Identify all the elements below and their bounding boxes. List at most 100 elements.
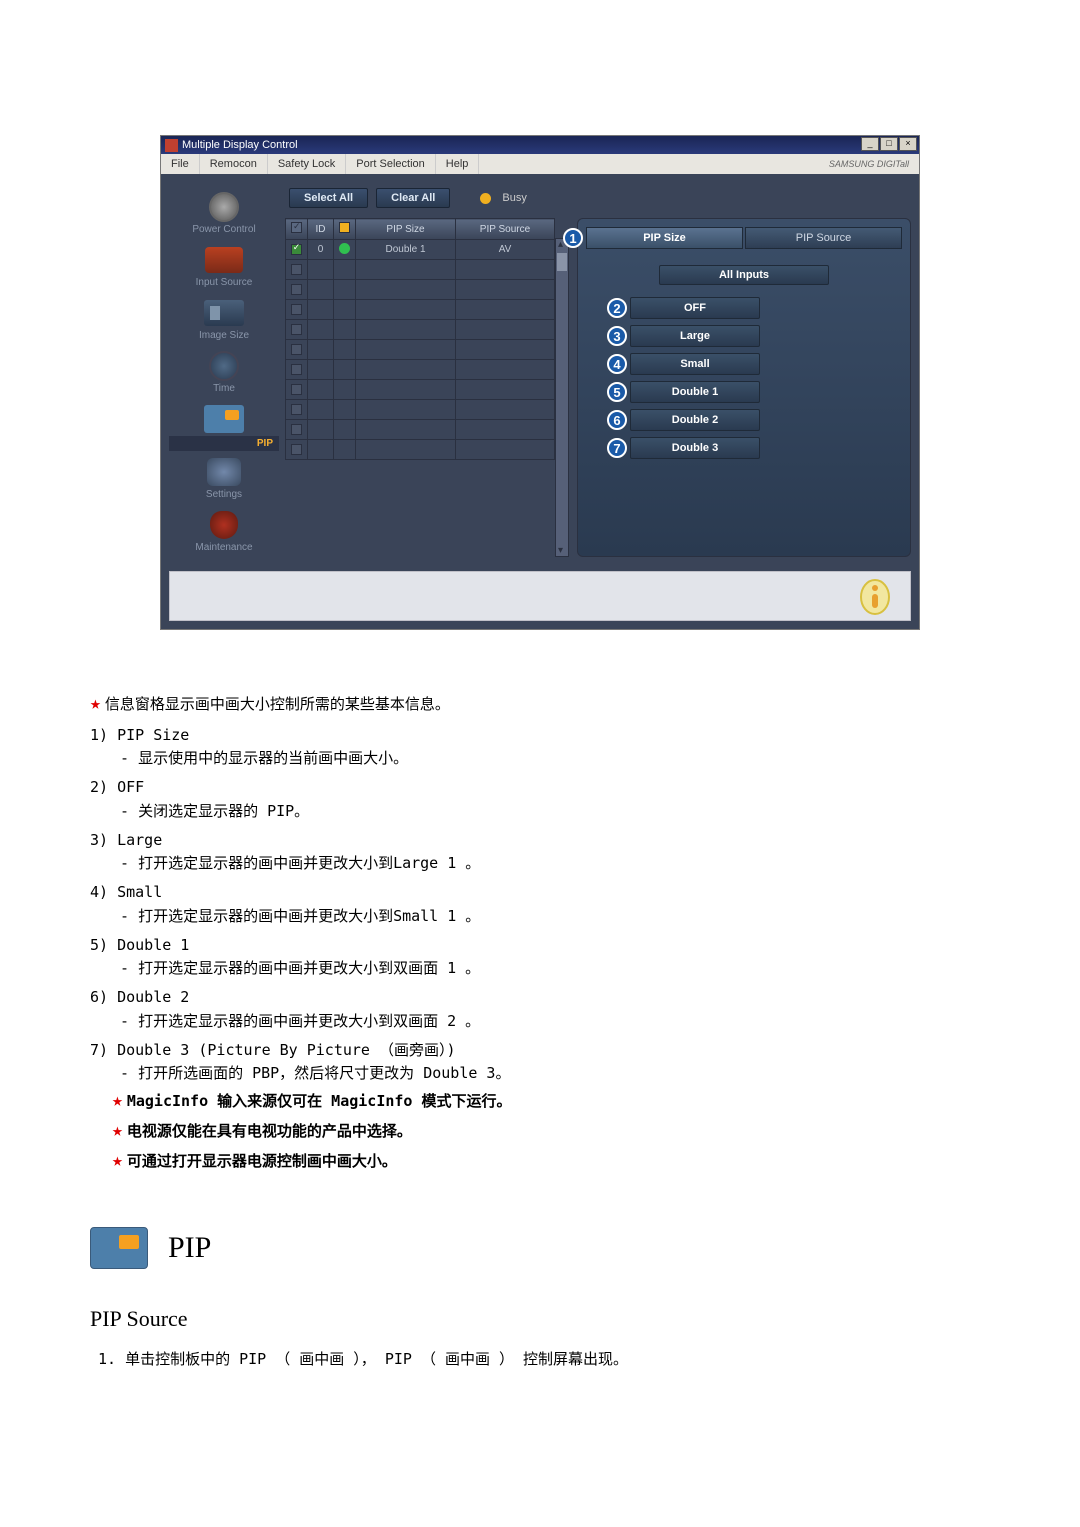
- time-icon: [209, 351, 239, 381]
- menu-safety-lock[interactable]: Safety Lock: [268, 154, 346, 174]
- sub-heading: PIP Source: [90, 1302, 990, 1336]
- vertical-scrollbar[interactable]: [555, 238, 569, 557]
- table-row[interactable]: [286, 260, 555, 280]
- cell-pip-size: Double 1: [356, 240, 456, 260]
- table-row[interactable]: [286, 360, 555, 380]
- sidebar-item-label: Power Control: [169, 224, 279, 239]
- app-window: Multiple Display Control _ □ × File Remo…: [160, 135, 920, 630]
- tab-pip-size[interactable]: 1 PIP Size: [586, 227, 743, 249]
- col-id: ID: [308, 219, 334, 240]
- sidebar-item-label: Settings: [169, 489, 279, 504]
- list-item: 1) PIP Size: [90, 724, 990, 747]
- sidebar-item-label: Input Source: [169, 277, 279, 292]
- option-double-3[interactable]: 7 Double 3: [630, 437, 760, 459]
- cell-id: 0: [308, 240, 334, 260]
- checkbox-header-icon[interactable]: [291, 222, 302, 233]
- option-large[interactable]: 3 Large: [630, 325, 760, 347]
- list-item-desc: - 打开选定显示器的画中画并更改大小到双画面 1 。: [90, 957, 990, 980]
- menu-port-selection[interactable]: Port Selection: [346, 154, 435, 174]
- option-small[interactable]: 4 Small: [630, 353, 760, 375]
- badge-3: 3: [607, 326, 627, 346]
- badge-7: 7: [607, 438, 627, 458]
- sidebar-item-input-source[interactable]: Input Source: [169, 243, 279, 292]
- option-off[interactable]: 2 OFF: [630, 297, 760, 319]
- panel-subheader: All Inputs: [659, 265, 829, 285]
- table-row[interactable]: [286, 300, 555, 320]
- table-row[interactable]: [286, 380, 555, 400]
- status-header-icon: [339, 222, 350, 233]
- option-label: OFF: [684, 302, 706, 314]
- table-row[interactable]: [286, 340, 555, 360]
- document-body: ★信息窗格显示画中画大小控制所需的某些基本信息。 1) PIP Size - 显…: [90, 690, 990, 1371]
- close-button[interactable]: ×: [899, 137, 917, 151]
- sidebar-item-power-control[interactable]: Power Control: [169, 190, 279, 239]
- row-checkbox[interactable]: [291, 344, 302, 355]
- menu-remocon[interactable]: Remocon: [200, 154, 268, 174]
- list-item: 4) Small: [90, 881, 990, 904]
- list-item-desc: - 打开选定显示器的画中画并更改大小到双画面 2 。: [90, 1010, 990, 1033]
- maximize-button[interactable]: □: [880, 137, 898, 151]
- section-title: PIP: [168, 1225, 211, 1272]
- power-icon: [209, 192, 239, 222]
- list-item-desc: - 关闭选定显示器的 PIP。: [90, 800, 990, 823]
- table-row[interactable]: [286, 400, 555, 420]
- section-heading: PIP: [90, 1225, 990, 1272]
- select-all-button[interactable]: Select All: [289, 188, 368, 208]
- sidebar-item-settings[interactable]: Settings: [169, 455, 279, 504]
- list-item: 6) Double 2: [90, 986, 990, 1009]
- menu-help[interactable]: Help: [436, 154, 480, 174]
- numbered-step: 1. 单击控制板中的 PIP （ 画中画 ）， PIP （ 画中画 ） 控制屏幕…: [90, 1348, 990, 1371]
- option-double-1[interactable]: 5 Double 1: [630, 381, 760, 403]
- pip-size-panel: 1 PIP Size PIP Source All Inputs 2 OFF: [577, 218, 911, 557]
- row-checkbox[interactable]: [291, 444, 302, 455]
- list-item: 7) Double 3 (Picture By Picture （画旁画）): [90, 1039, 990, 1062]
- tab-pip-source[interactable]: PIP Source: [745, 227, 902, 249]
- sidebar-item-time[interactable]: Time: [169, 349, 279, 398]
- option-label: Large: [680, 330, 710, 342]
- busy-indicator-icon: [480, 193, 491, 204]
- sidebar-item-maintenance[interactable]: Maintenance: [169, 508, 279, 557]
- status-bar: [169, 571, 911, 621]
- minimize-button[interactable]: _: [861, 137, 879, 151]
- table-row[interactable]: [286, 440, 555, 460]
- star-icon: ★: [90, 693, 101, 714]
- row-checkbox[interactable]: [291, 424, 302, 435]
- clear-all-button[interactable]: Clear All: [376, 188, 450, 208]
- row-checkbox[interactable]: [291, 404, 302, 415]
- display-grid: ID PIP Size PIP Source 0 Double 1 AV: [285, 218, 555, 557]
- menu-file[interactable]: File: [161, 154, 200, 174]
- row-checkbox[interactable]: [291, 264, 302, 275]
- row-checkbox[interactable]: [291, 324, 302, 335]
- row-checkbox[interactable]: [291, 364, 302, 375]
- app-title: Multiple Display Control: [182, 139, 298, 151]
- badge-6: 6: [607, 410, 627, 430]
- option-double-2[interactable]: 6 Double 2: [630, 409, 760, 431]
- pip-icon: [204, 405, 244, 433]
- col-pip-size: PIP Size: [356, 219, 456, 240]
- table-row[interactable]: 0 Double 1 AV: [286, 240, 555, 260]
- sidebar-item-pip[interactable]: PIP: [169, 402, 279, 451]
- table-row[interactable]: [286, 320, 555, 340]
- row-checkbox[interactable]: [291, 384, 302, 395]
- sidebar-item-image-size[interactable]: Image Size: [169, 296, 279, 345]
- list-item: 3) Large: [90, 829, 990, 852]
- sidebar-item-label: Image Size: [169, 330, 279, 345]
- star-icon: ★: [112, 1120, 123, 1141]
- input-source-icon: [205, 247, 243, 273]
- sidebar-item-label: PIP: [169, 436, 279, 451]
- note-line: ★电视源仅能在具有电视功能的产品中选择。: [90, 1117, 990, 1145]
- table-row[interactable]: [286, 280, 555, 300]
- row-checkbox[interactable]: [291, 304, 302, 315]
- sidebar-item-label: Time: [169, 383, 279, 398]
- badge-5: 5: [607, 382, 627, 402]
- list-item: 5) Double 1: [90, 934, 990, 957]
- col-pip-source: PIP Source: [456, 219, 555, 240]
- note-line: ★MagicInfo 输入来源仅可在 MagicInfo 模式下运行。: [90, 1087, 990, 1115]
- row-checkbox[interactable]: [291, 284, 302, 295]
- option-label: Small: [680, 358, 709, 370]
- app-icon: [165, 139, 178, 152]
- badge-1: 1: [563, 228, 583, 248]
- menubar: File Remocon Safety Lock Port Selection …: [161, 154, 919, 174]
- table-row[interactable]: [286, 420, 555, 440]
- row-checkbox[interactable]: [291, 244, 302, 255]
